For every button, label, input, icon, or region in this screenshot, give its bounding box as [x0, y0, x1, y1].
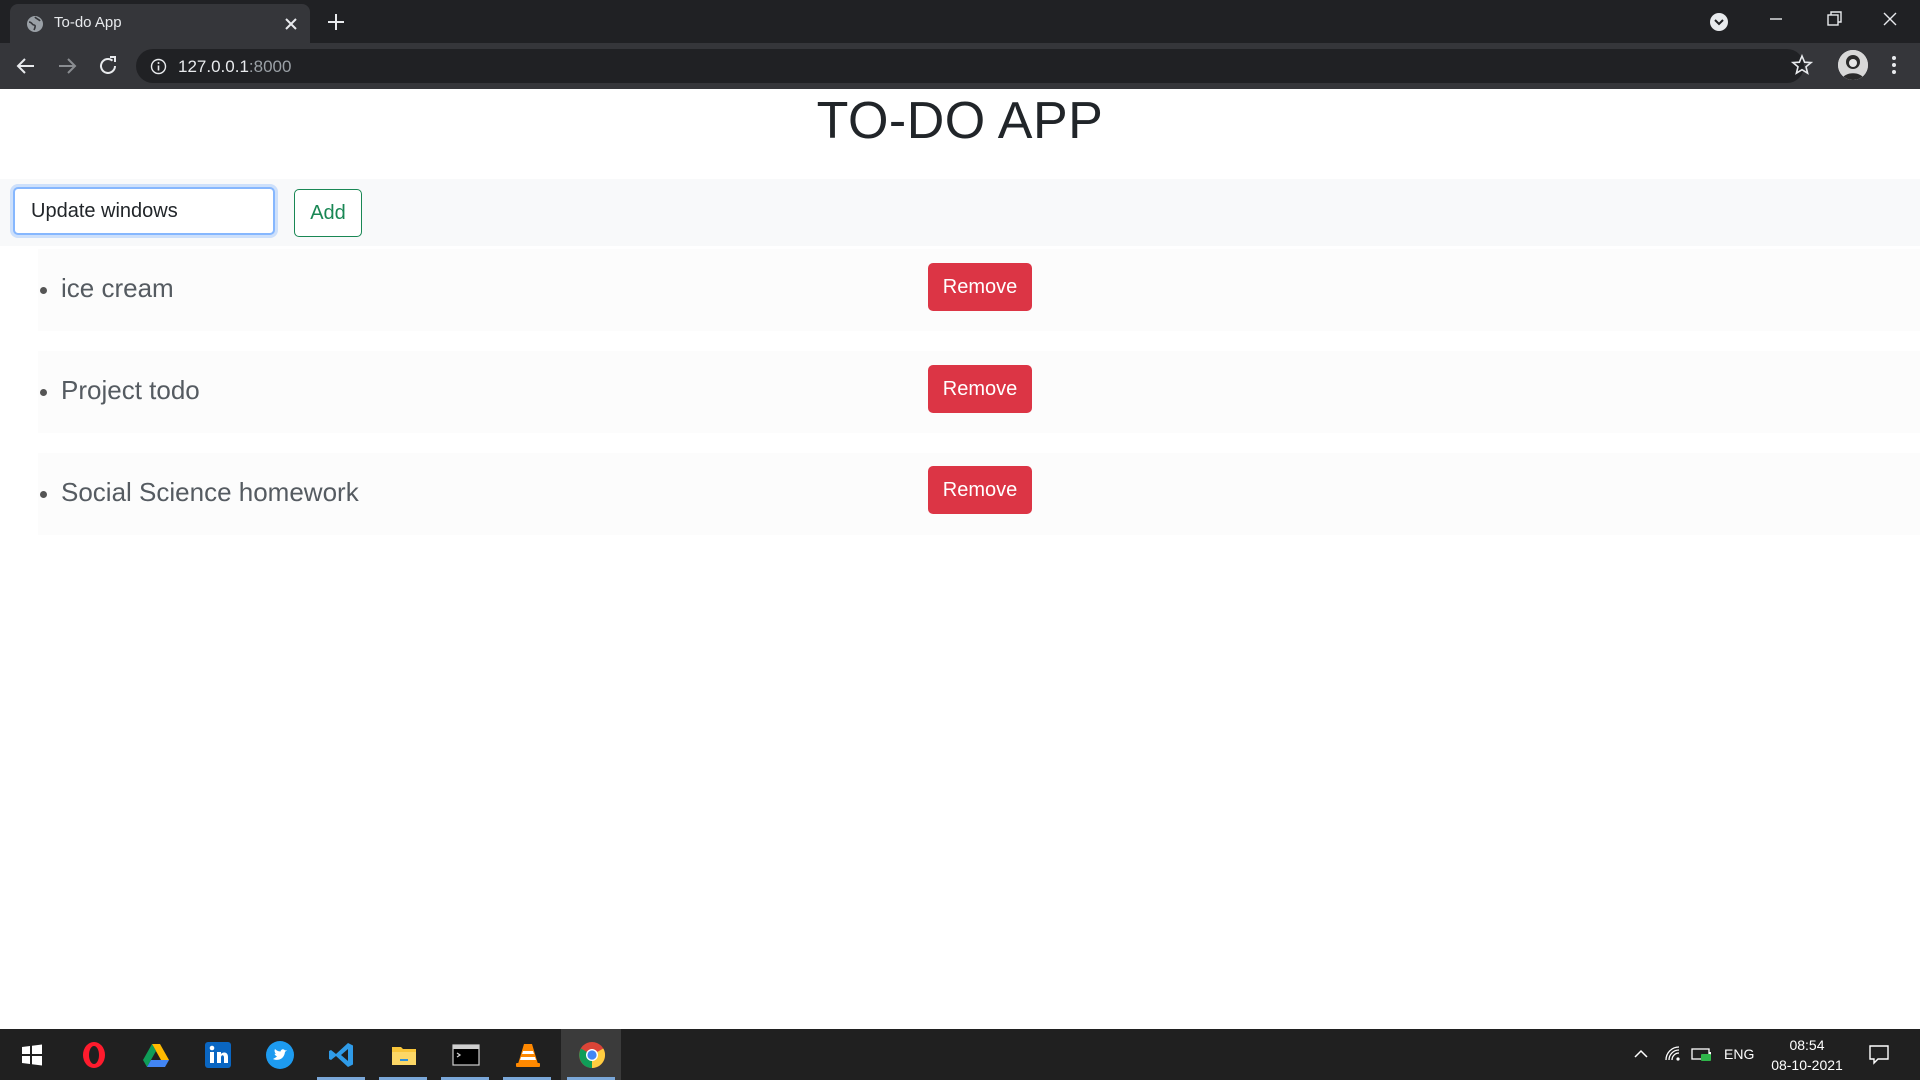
todo-text: Social Science homework: [61, 477, 359, 507]
add-todo-form: [0, 179, 1920, 246]
taskbar-chrome[interactable]: [561, 1029, 621, 1080]
todo-text: Project todo: [61, 375, 200, 405]
bullet-icon: [40, 491, 47, 498]
profile-avatar-icon: [1838, 50, 1868, 80]
linkedin-icon: [205, 1042, 231, 1068]
browser-tab-bar: To-do App: [0, 0, 1920, 43]
taskbar-linkedin[interactable]: [189, 1029, 245, 1080]
todo-text: ice cream: [61, 273, 174, 303]
remove-button[interactable]: Remove: [928, 466, 1032, 514]
network-icon[interactable]: [1663, 1044, 1683, 1064]
minimize-icon[interactable]: [1748, 0, 1804, 40]
new-tab-icon[interactable]: [325, 11, 347, 33]
start-button[interactable]: [3, 1029, 59, 1080]
browser-tab[interactable]: To-do App: [10, 4, 310, 43]
taskbar-vscode[interactable]: [313, 1029, 369, 1080]
language-indicator[interactable]: ENG: [1724, 1046, 1754, 1062]
battery-icon[interactable]: [1691, 1046, 1713, 1062]
bookmark-star-icon[interactable]: [1791, 54, 1813, 76]
add-button[interactable]: Add: [294, 189, 362, 237]
bullet-icon: [40, 287, 47, 294]
info-icon[interactable]: [150, 58, 167, 75]
todo-item: Social Science homework Remove: [38, 453, 1920, 535]
vscode-icon: [329, 1043, 353, 1067]
notification-icon[interactable]: [1868, 1043, 1890, 1065]
taskbar-terminal[interactable]: [437, 1029, 493, 1080]
profile-avatar[interactable]: [1838, 50, 1868, 80]
address-bar[interactable]: 127.0.0.1:8000: [136, 49, 1804, 83]
opera-icon: [83, 1042, 105, 1068]
forward-arrow-icon[interactable]: [55, 54, 79, 78]
more-menu-icon[interactable]: [1884, 54, 1904, 76]
url-host: 127.0.0.1: [178, 57, 249, 76]
todo-item: Project todo Remove: [38, 351, 1920, 433]
chrome-icon: [579, 1042, 606, 1069]
close-tab-icon[interactable]: [282, 15, 300, 33]
taskbar-opera[interactable]: [65, 1029, 121, 1080]
taskbar-twitter[interactable]: [251, 1029, 307, 1080]
windows-start-icon: [22, 1044, 42, 1066]
restore-icon[interactable]: [1805, 0, 1861, 40]
tab-search-icon[interactable]: [1708, 11, 1730, 33]
todo-item: ice cream Remove: [38, 249, 1920, 331]
taskbar-clock[interactable]: 08:54 08-10-2021: [1762, 1035, 1852, 1075]
twitter-icon: [266, 1041, 294, 1069]
bullet-icon: [40, 389, 47, 396]
taskbar-file-explorer[interactable]: [375, 1029, 431, 1080]
globe-icon: [27, 16, 43, 32]
close-window-icon[interactable]: [1862, 0, 1918, 40]
clock-date: 08-10-2021: [1771, 1057, 1843, 1073]
remove-button[interactable]: Remove: [928, 263, 1032, 311]
url-port: :8000: [248, 57, 292, 76]
reload-icon[interactable]: [96, 54, 120, 78]
remove-button[interactable]: Remove: [928, 365, 1032, 413]
windows-taskbar: ENG 08:54 08-10-2021: [0, 1029, 1920, 1080]
page-title: TO-DO APP: [816, 92, 1104, 150]
vlc-icon: [516, 1044, 540, 1067]
clock-time: 08:54: [1789, 1037, 1825, 1053]
back-arrow-icon[interactable]: [14, 54, 38, 78]
google-drive-icon: [143, 1044, 169, 1067]
taskbar-vlc[interactable]: [499, 1029, 555, 1080]
url-text: 127.0.0.1:8000: [178, 57, 291, 77]
task-input[interactable]: [13, 187, 275, 235]
page-content: TO-DO APP Add ice cream Remove Project t…: [0, 89, 1920, 1029]
terminal-icon: [452, 1044, 480, 1066]
folder-icon: [392, 1047, 416, 1065]
taskbar-google-drive[interactable]: [127, 1029, 183, 1080]
chevron-up-icon[interactable]: [1633, 1047, 1649, 1061]
tab-title: To-do App: [54, 14, 122, 31]
browser-toolbar: 127.0.0.1:8000: [0, 43, 1920, 89]
